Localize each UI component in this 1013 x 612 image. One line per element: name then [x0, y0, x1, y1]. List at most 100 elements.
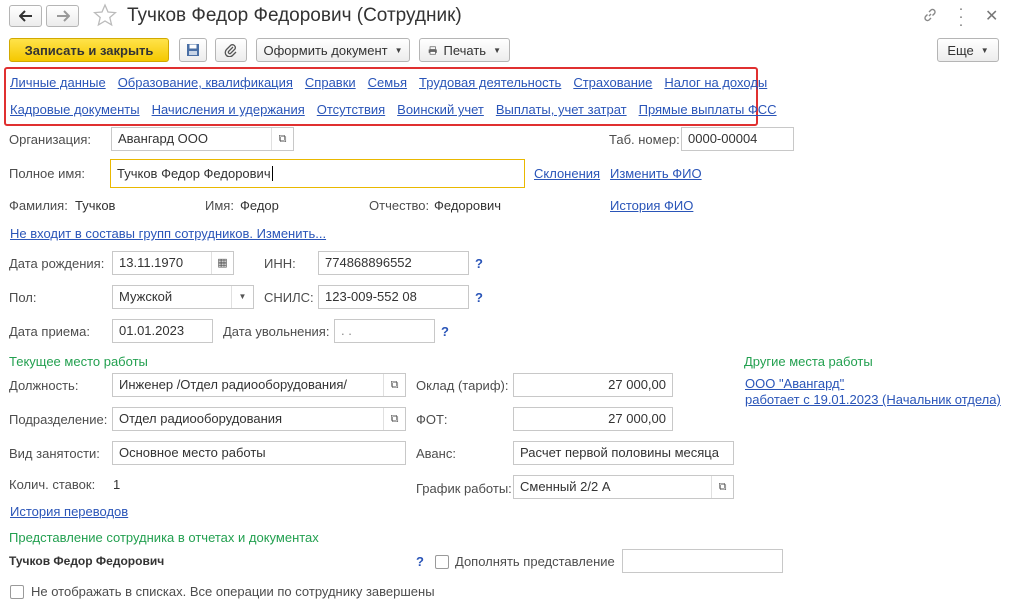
fio-history-link[interactable]: История ФИО: [610, 198, 693, 213]
representation-help-icon[interactable]: ?: [416, 554, 424, 569]
open-icon[interactable]: ⧉: [711, 476, 733, 498]
chevron-down-icon: ▼: [980, 45, 989, 55]
nav-income-tax[interactable]: Налог на доходы: [664, 75, 767, 90]
department-field[interactable]: Отдел радиооборудования ⧉: [112, 407, 406, 431]
position-value: Инженер /Отдел радиооборудования/: [119, 377, 348, 392]
birth-date-value: 13.11.1970: [119, 255, 184, 270]
supplement-field[interactable]: [622, 549, 783, 573]
open-icon[interactable]: ⧉: [383, 374, 405, 396]
hire-date-label: Дата приема:: [9, 324, 90, 339]
salary-field[interactable]: 27 000,00: [513, 373, 673, 397]
dismissal-label: Дата увольнения:: [223, 324, 330, 339]
last-name-label: Фамилия:: [9, 198, 68, 213]
transfer-history-link[interactable]: История переводов: [10, 504, 128, 519]
nav-hr-documents[interactable]: Кадровые документы: [10, 102, 140, 117]
advance-label: Аванс:: [416, 446, 456, 461]
nav-work-history[interactable]: Трудовая деятельность: [419, 75, 561, 90]
chevron-down-icon: ▼: [394, 45, 403, 55]
issue-document-label: Оформить документ: [263, 42, 388, 58]
employment-field[interactable]: Основное место работы: [112, 441, 406, 465]
hide-in-lists-checkbox[interactable]: [10, 585, 24, 599]
attach-button[interactable]: [215, 38, 247, 62]
org-value: Авангард ООО: [118, 131, 208, 146]
inn-label: ИНН:: [264, 256, 296, 271]
gender-select[interactable]: Мужской ▼: [112, 285, 254, 309]
org-field[interactable]: Авангард ООО ⧉: [111, 127, 294, 151]
schedule-label: График работы:: [416, 481, 512, 496]
middle-name-value: Федорович: [434, 198, 502, 213]
close-icon[interactable]: ✕: [985, 6, 998, 26]
back-button[interactable]: [9, 5, 42, 27]
nav-fss-payments[interactable]: Прямые выплаты ФСС: [639, 102, 777, 117]
declensions-link[interactable]: Склонения: [534, 166, 600, 181]
department-value: Отдел радиооборудования: [119, 411, 283, 426]
inn-help-icon[interactable]: ?: [475, 256, 483, 271]
paperclip-icon: [224, 44, 237, 57]
dismissal-field[interactable]: . .: [334, 319, 435, 343]
schedule-field[interactable]: Сменный 2/2 А ⧉: [513, 475, 734, 499]
change-fio-link[interactable]: Изменить ФИО: [610, 166, 702, 181]
hire-date-field[interactable]: 01.01.2023: [112, 319, 213, 343]
groups-link[interactable]: Не входит в составы групп сотрудников. И…: [10, 226, 326, 241]
full-name-value: Тучков Федор Федорович: [117, 166, 271, 181]
advance-field[interactable]: Расчет первой половины месяца: [513, 441, 734, 465]
org-label: Организация:: [9, 132, 92, 147]
representation-value: Тучков Федор Федорович: [9, 554, 165, 568]
chevron-down-icon[interactable]: ▼: [231, 286, 253, 308]
link-icon[interactable]: [922, 7, 938, 26]
works-since-link[interactable]: работает с 19.01.2023 (Начальник отдела): [745, 392, 1001, 407]
first-name-value: Федор: [240, 198, 279, 213]
last-name-value: Тучков: [75, 198, 116, 213]
dismissal-help-icon[interactable]: ?: [441, 324, 449, 339]
more-icon[interactable]: · · ·: [957, 1, 965, 32]
nav-links-row2: Кадровые документы Начисления и удержани…: [10, 102, 777, 117]
department-label: Подразделение:: [9, 412, 108, 427]
forward-button[interactable]: [46, 5, 79, 27]
open-icon[interactable]: ⧉: [383, 408, 405, 430]
print-label: Печать: [443, 42, 487, 58]
calendar-icon[interactable]: ▦: [211, 252, 233, 274]
full-name-label: Полное имя:: [9, 166, 85, 181]
other-work-title: Другие места работы: [744, 354, 873, 369]
representation-title: Представление сотрудника в отчетах и док…: [9, 530, 319, 545]
nav-personal-data[interactable]: Личные данные: [10, 75, 106, 90]
nav-education[interactable]: Образование, квалификация: [118, 75, 293, 90]
gender-value: Мужской: [119, 289, 173, 304]
fot-label: ФОТ:: [416, 412, 448, 427]
nav-accruals[interactable]: Начисления и удержания: [152, 102, 305, 117]
snils-field[interactable]: 123-009-552 08: [318, 285, 469, 309]
rates-label: Колич. ставок:: [9, 477, 96, 492]
position-field[interactable]: Инженер /Отдел радиооборудования/ ⧉: [112, 373, 406, 397]
full-name-input[interactable]: Тучков Федор Федорович: [110, 159, 525, 188]
print-button[interactable]: Печать ▼: [419, 38, 510, 62]
supplement-label: Дополнять представление: [455, 554, 615, 569]
window-title: Тучков Федор Федорович (Сотрудник): [127, 5, 462, 26]
fot-field[interactable]: 27 000,00: [513, 407, 673, 431]
floppy-disk-icon: [187, 44, 199, 56]
rates-value: 1: [113, 477, 121, 492]
supplement-checkbox[interactable]: [435, 555, 449, 569]
tab-number-label: Таб. номер:: [609, 132, 680, 147]
favorite-star[interactable]: [92, 3, 118, 30]
nav-military[interactable]: Воинский учет: [397, 102, 484, 117]
nav-insurance[interactable]: Страхование: [573, 75, 652, 90]
snils-label: СНИЛС:: [264, 290, 314, 305]
inn-field[interactable]: 774868896552: [318, 251, 469, 275]
nav-payments[interactable]: Выплаты, учет затрат: [496, 102, 627, 117]
star-icon: [92, 3, 118, 27]
nav-absences[interactable]: Отсутствия: [317, 102, 385, 117]
nav-certificates[interactable]: Справки: [305, 75, 356, 90]
issue-document-button[interactable]: Оформить документ ▼: [256, 38, 410, 62]
open-icon[interactable]: ⧉: [271, 128, 293, 150]
more-button[interactable]: Еще ▼: [937, 38, 999, 62]
save-button[interactable]: [179, 38, 207, 62]
birth-date-field[interactable]: 13.11.1970 ▦: [112, 251, 234, 275]
other-org-link[interactable]: ООО "Авангард": [745, 376, 844, 391]
gender-label: Пол:: [9, 290, 37, 305]
nav-family[interactable]: Семья: [368, 75, 407, 90]
snils-help-icon[interactable]: ?: [475, 290, 483, 305]
printer-icon: [428, 45, 437, 55]
chevron-down-icon: ▼: [493, 45, 501, 55]
save-and-close-button[interactable]: Записать и закрыть: [9, 38, 169, 62]
tab-number-field[interactable]: 0000-00004: [681, 127, 794, 151]
